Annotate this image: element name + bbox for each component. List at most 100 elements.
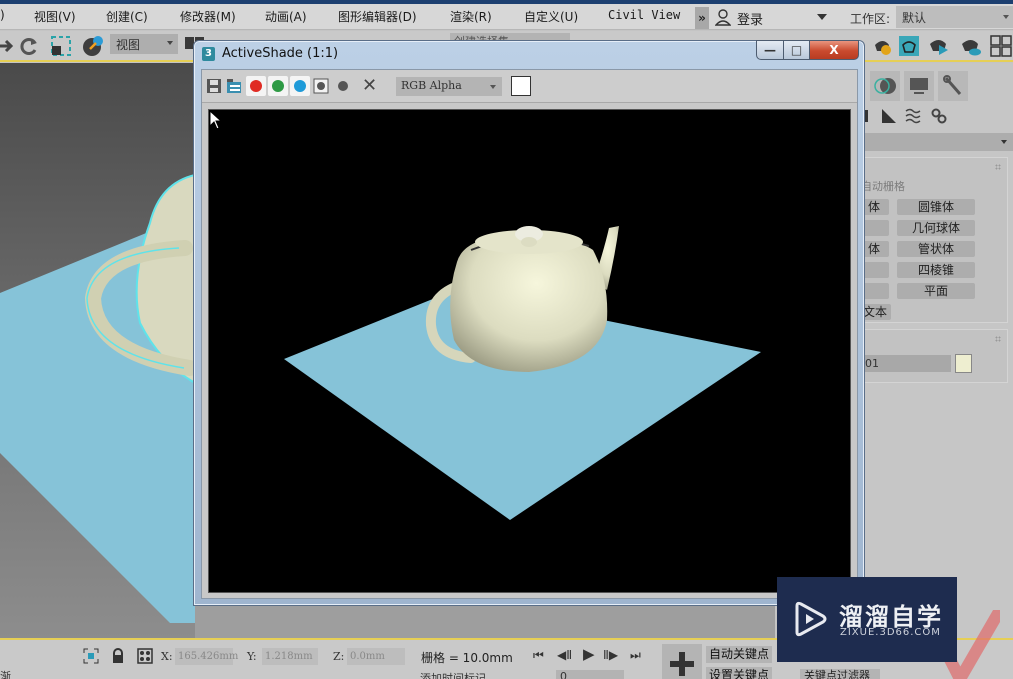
tab-display[interactable]	[904, 71, 934, 101]
dialog-client-area: ✕ RGB Alpha	[201, 69, 858, 599]
viewport-layout-icon[interactable]	[990, 35, 1012, 57]
tab-utilities[interactable]	[938, 71, 968, 101]
rollout-grip[interactable]	[995, 336, 1001, 342]
user-icon	[715, 9, 731, 26]
clone-frame-buffer-icon[interactable]	[226, 78, 242, 94]
helpers-icon[interactable]	[880, 107, 898, 125]
display-channel-value: RGB Alpha	[401, 79, 462, 92]
blue-channel-icon	[294, 80, 306, 92]
current-frame-field[interactable]: 0	[556, 670, 624, 679]
z-coord-field[interactable]: 0.0mm	[347, 648, 405, 665]
previous-frame-button[interactable]: ◀Ⅱ	[557, 648, 572, 662]
viewport-lower-strip	[195, 605, 775, 638]
autogrid-checkbox-label[interactable]: 自动栅格	[861, 178, 905, 194]
maximize-icon: □	[790, 43, 803, 57]
menu-item-truncated[interactable]: )	[0, 8, 5, 22]
select-region-icon[interactable]	[50, 35, 72, 57]
object-type-rollout: 自动栅格 体 圆锥体 几何球体 体 管状体 四棱锥 平面 文本	[858, 157, 1008, 323]
select-filter-icon[interactable]	[82, 35, 104, 57]
perspective-viewport[interactable]	[0, 63, 195, 638]
tube-button[interactable]: 管状体	[897, 241, 975, 257]
object-name-field[interactable]: 01	[861, 355, 951, 372]
name-and-color-rollout: 01	[858, 329, 1008, 383]
rollout-grip[interactable]	[995, 164, 1001, 170]
maximize-button[interactable]: □	[783, 40, 810, 60]
pyramid-button[interactable]: 四棱锥	[897, 262, 975, 278]
redo-arrow-icon[interactable]	[0, 35, 16, 57]
alpha-channel-icon[interactable]	[313, 78, 329, 94]
geosphere-button[interactable]: 几何球体	[897, 220, 975, 236]
render-cloud-icon[interactable]	[960, 35, 982, 57]
object-color-swatch[interactable]	[955, 354, 972, 373]
space-warps-icon[interactable]	[904, 107, 922, 125]
cone-button[interactable]: 圆锥体	[897, 199, 975, 215]
systems-icon[interactable]	[930, 107, 948, 125]
menu-item-customize[interactable]: 自定义(U)	[524, 8, 578, 25]
rendered-scene	[284, 226, 761, 520]
frame-buffer-toolbar: ✕ RGB Alpha	[202, 70, 857, 103]
go-to-end-button[interactable]: ⏭	[630, 648, 641, 663]
watermark-url: ZIXUE.3D66.COM	[840, 627, 941, 638]
set-key-button[interactable]: 设置关键点	[706, 667, 772, 679]
set-keys-button[interactable]	[662, 644, 702, 679]
play-button[interactable]: ▶	[583, 645, 595, 663]
menu-item-graph-editors[interactable]: 图形编辑器(D)	[338, 8, 417, 25]
menu-item-create[interactable]: 创建(C)	[106, 8, 148, 25]
red-channel-toggle[interactable]	[246, 76, 266, 96]
menu-item-animation[interactable]: 动画(A)	[265, 8, 307, 25]
menu-item-civil-view[interactable]: Civil View	[608, 8, 680, 22]
viewport-scene	[0, 173, 195, 623]
workspace-value: 默认	[902, 11, 927, 25]
next-frame-button[interactable]: Ⅱ▶	[603, 648, 618, 662]
close-button[interactable]: X	[809, 40, 859, 60]
absolute-mode-icon[interactable]	[137, 648, 153, 664]
x-coord-field[interactable]: 165.426mm	[175, 648, 238, 665]
auto-key-button[interactable]: 自动关键点	[706, 646, 772, 663]
dialog-title: ActiveShade (1:1)	[222, 46, 339, 61]
menu-item-modifiers[interactable]: 修改器(M)	[180, 8, 236, 25]
workspace-select[interactable]: 默认	[896, 6, 1013, 28]
display-channel-select[interactable]: RGB Alpha	[396, 77, 502, 96]
3dsmax-app-icon: 3	[202, 47, 215, 61]
y-coord-field[interactable]: 1.218mm	[262, 648, 318, 665]
reference-coord-select[interactable]: 视图	[110, 34, 178, 54]
rendered-frame-window-icon[interactable]	[898, 35, 920, 57]
watermark-badge: 溜溜自学 ZIXUE.3D66.COM	[777, 577, 957, 662]
blue-channel-toggle[interactable]	[290, 76, 310, 96]
background-color-swatch[interactable]	[511, 76, 531, 96]
minimize-icon: —	[764, 43, 776, 57]
red-channel-icon	[250, 80, 262, 92]
key-plus-icon	[670, 652, 694, 676]
key-filters-button[interactable]: 关键点过滤器	[800, 669, 880, 679]
dialog-titlebar[interactable]: 3 ActiveShade (1:1) — □ X	[194, 40, 864, 67]
login-dropdown[interactable]: 登录	[713, 6, 833, 28]
plane-button[interactable]: 平面	[897, 283, 975, 299]
save-image-icon[interactable]	[206, 78, 222, 94]
minimize-button[interactable]: —	[756, 40, 784, 60]
chevron-down-icon	[490, 85, 496, 89]
refresh-icon[interactable]	[18, 35, 40, 57]
workspace-label: 工作区:	[850, 12, 891, 26]
x-coord-label: X:	[161, 650, 173, 663]
primitive-type-dropdown[interactable]	[858, 133, 1013, 151]
grid-size-label: 栅格 = 10.0mm	[421, 651, 513, 665]
menu-item-rendering[interactable]: 渲染(R)	[450, 8, 492, 25]
render-setup-icon[interactable]	[872, 35, 894, 57]
activeshade-dialog: 3 ActiveShade (1:1) — □ X ✕ RGB Alpha	[193, 40, 865, 606]
menu-overflow-button[interactable]: »	[695, 7, 709, 29]
menu-item-view[interactable]: 视图(V)	[34, 8, 76, 25]
render-production-icon[interactable]	[928, 35, 950, 57]
add-time-tag-button[interactable]: 添加时间标记	[420, 670, 486, 679]
teapot-knob-neck	[521, 237, 537, 247]
monochrome-icon[interactable]	[335, 78, 351, 94]
lock-icon[interactable]	[110, 648, 126, 664]
reference-coord-value: 视图	[116, 38, 141, 52]
go-to-start-button[interactable]: ⏮	[533, 648, 544, 663]
green-channel-toggle[interactable]	[268, 76, 288, 96]
menu-bar: ) 视图(V) 创建(C) 修改器(M) 动画(A) 图形编辑器(D) 渲染(R…	[0, 4, 1013, 30]
chevron-down-icon	[817, 14, 827, 20]
tab-motion[interactable]	[870, 71, 900, 101]
clear-icon[interactable]: ✕	[362, 75, 377, 96]
render-frame[interactable]	[208, 109, 851, 593]
isolate-selection-icon[interactable]	[83, 648, 99, 664]
